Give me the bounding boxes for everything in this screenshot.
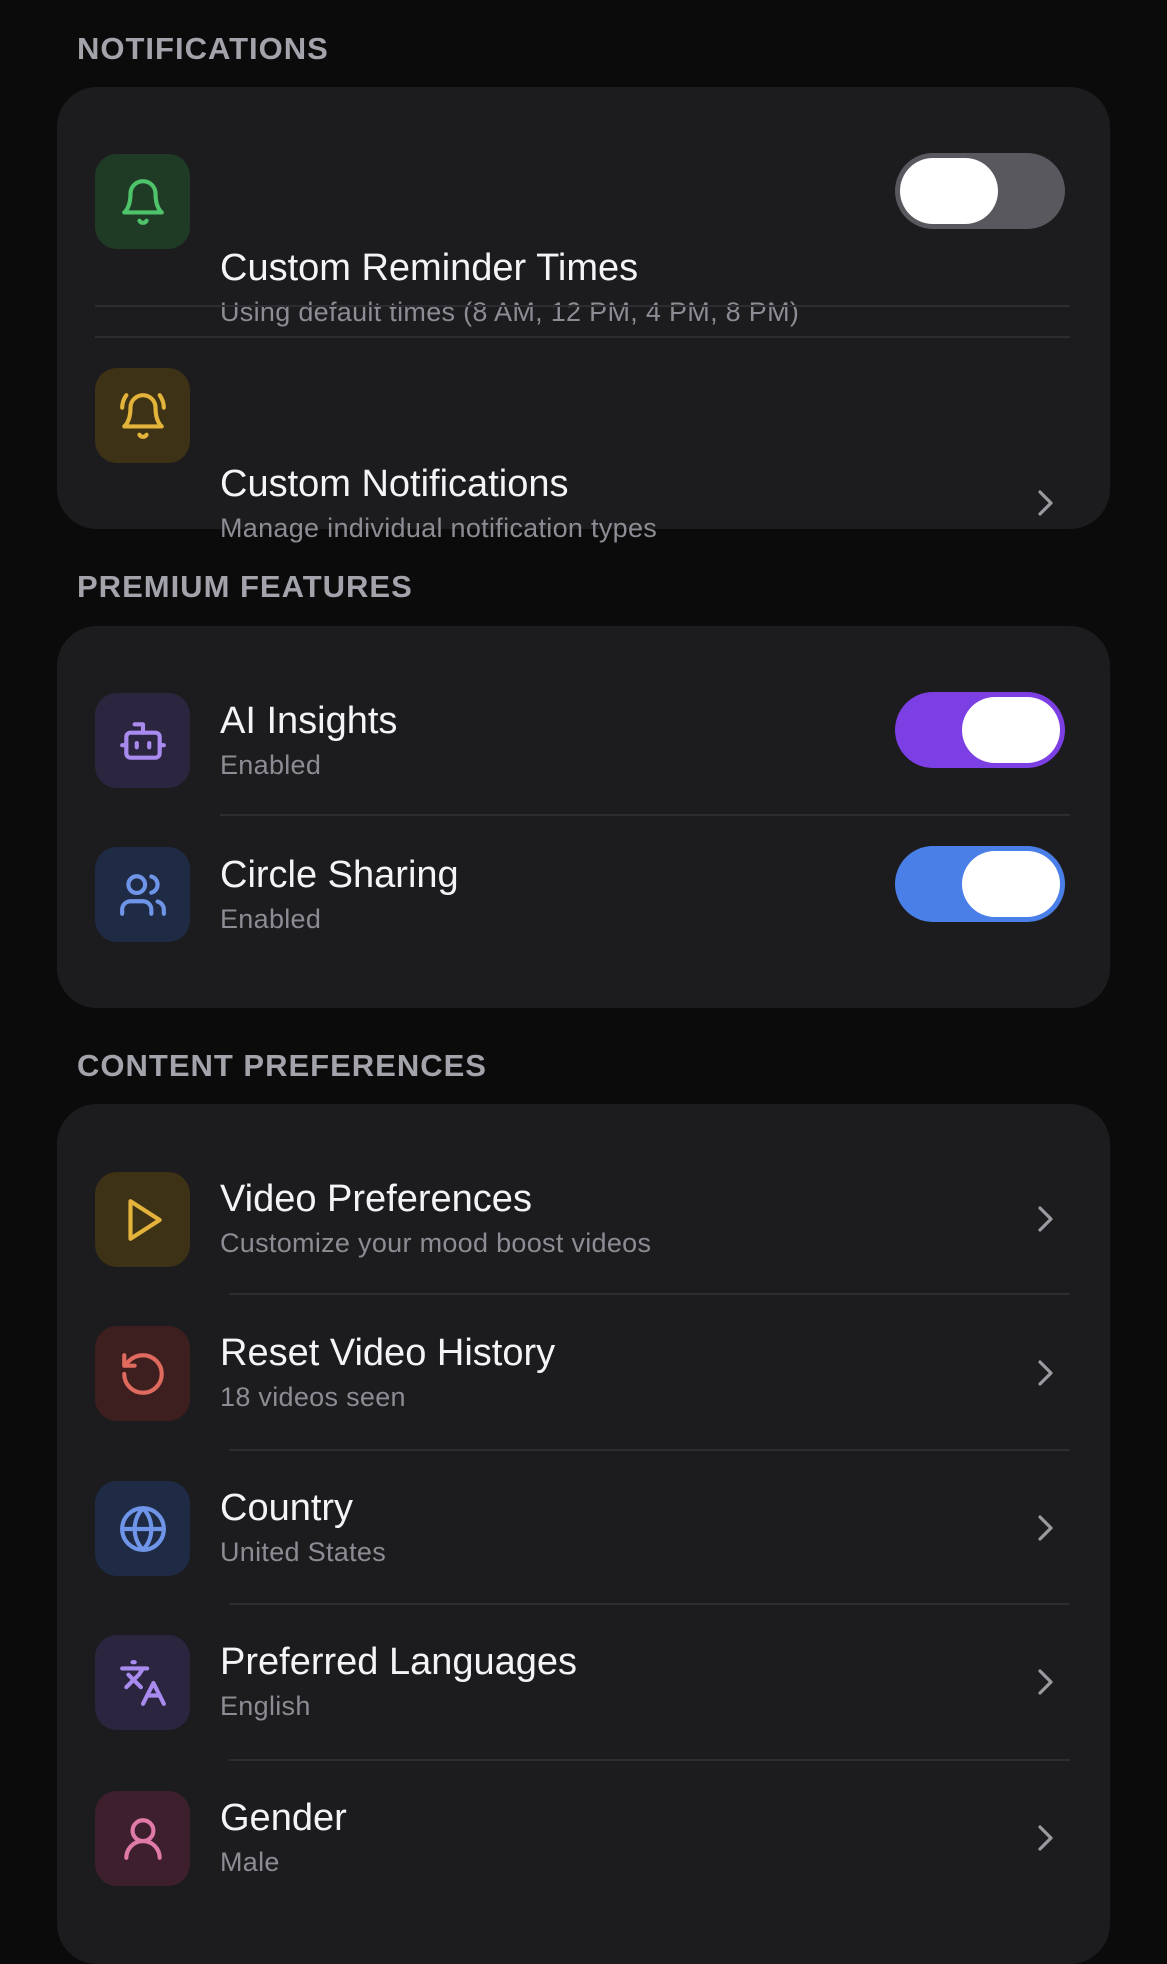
row-custom-reminder-times[interactable]: Custom Reminder Times Using default time… bbox=[57, 87, 1110, 327]
content-preferences-card: Video Preferences Customize your mood bo… bbox=[57, 1104, 1110, 1964]
circle-sharing-toggle[interactable] bbox=[895, 846, 1065, 922]
row-country[interactable]: Country United States bbox=[57, 1451, 1110, 1604]
video-preferences-title: Video Preferences bbox=[220, 1178, 532, 1220]
chevron-right-icon bbox=[1033, 1355, 1059, 1391]
section-header-premium-features: PREMIUM FEATURES bbox=[77, 569, 413, 604]
divider bbox=[95, 305, 1070, 307]
reset-video-history-title: Reset Video History bbox=[220, 1332, 556, 1374]
toggle-knob bbox=[962, 851, 1060, 917]
robot-icon bbox=[95, 693, 190, 788]
row-video-preferences[interactable]: Video Preferences Customize your mood bo… bbox=[57, 1104, 1110, 1293]
chevron-right-icon bbox=[1033, 1201, 1059, 1237]
chevron-right-icon bbox=[1033, 1820, 1059, 1856]
custom-reminder-title: Custom Reminder Times bbox=[220, 247, 639, 289]
custom-reminder-subtitle: Using default times (8 AM, 12 PM, 4 PM, … bbox=[220, 297, 800, 327]
gender-subtitle: Male bbox=[220, 1847, 280, 1877]
notifications-card: Custom Reminder Times Using default time… bbox=[57, 87, 1110, 543]
ai-insights-toggle[interactable] bbox=[895, 692, 1065, 768]
globe-icon bbox=[95, 1481, 190, 1576]
toggle-knob bbox=[900, 158, 998, 224]
row-preferred-languages[interactable]: Preferred Languages English bbox=[57, 1605, 1110, 1758]
section-header-content-preferences: CONTENT PREFERENCES bbox=[77, 1048, 487, 1083]
custom-reminder-toggle[interactable] bbox=[895, 153, 1065, 229]
row-circle-sharing[interactable]: Circle Sharing Enabled bbox=[57, 816, 1110, 1006]
toggle-knob bbox=[962, 697, 1060, 763]
translate-icon bbox=[95, 1635, 190, 1730]
ai-insights-title: AI Insights bbox=[220, 700, 398, 742]
row-ai-insights[interactable]: AI Insights Enabled bbox=[57, 626, 1110, 814]
country-subtitle: United States bbox=[220, 1537, 386, 1567]
custom-notifications-subtitle: Manage individual notification types bbox=[220, 513, 658, 543]
preferred-languages-title: Preferred Languages bbox=[220, 1641, 578, 1683]
play-icon bbox=[95, 1172, 190, 1267]
chevron-right-icon bbox=[1033, 1664, 1059, 1700]
custom-notifications-title: Custom Notifications bbox=[220, 463, 569, 505]
bell-ring-icon bbox=[95, 368, 190, 463]
chevron-right-icon bbox=[1033, 485, 1059, 521]
users-icon bbox=[95, 847, 190, 942]
gender-title: Gender bbox=[220, 1797, 347, 1839]
country-title: Country bbox=[220, 1487, 354, 1529]
chevron-right-icon bbox=[1033, 1510, 1059, 1546]
ai-insights-subtitle: Enabled bbox=[220, 750, 322, 780]
row-reset-video-history[interactable]: Reset Video History 18 videos seen bbox=[57, 1295, 1110, 1448]
circle-sharing-title: Circle Sharing bbox=[220, 854, 459, 896]
premium-features-card: AI Insights Enabled Circle Sharing Enabl… bbox=[57, 626, 1110, 1008]
video-preferences-subtitle: Customize your mood boost videos bbox=[220, 1228, 652, 1258]
row-custom-notifications[interactable]: Custom Notifications Manage individual n… bbox=[57, 338, 1110, 543]
row-gender[interactable]: Gender Male bbox=[57, 1761, 1110, 1921]
section-header-notifications: NOTIFICATIONS bbox=[77, 31, 329, 66]
bell-icon bbox=[95, 154, 190, 249]
circle-sharing-subtitle: Enabled bbox=[220, 904, 322, 934]
rotate-ccw-icon bbox=[95, 1326, 190, 1421]
reset-video-history-subtitle: 18 videos seen bbox=[220, 1382, 406, 1412]
preferred-languages-subtitle: English bbox=[220, 1691, 311, 1721]
user-icon bbox=[95, 1791, 190, 1886]
